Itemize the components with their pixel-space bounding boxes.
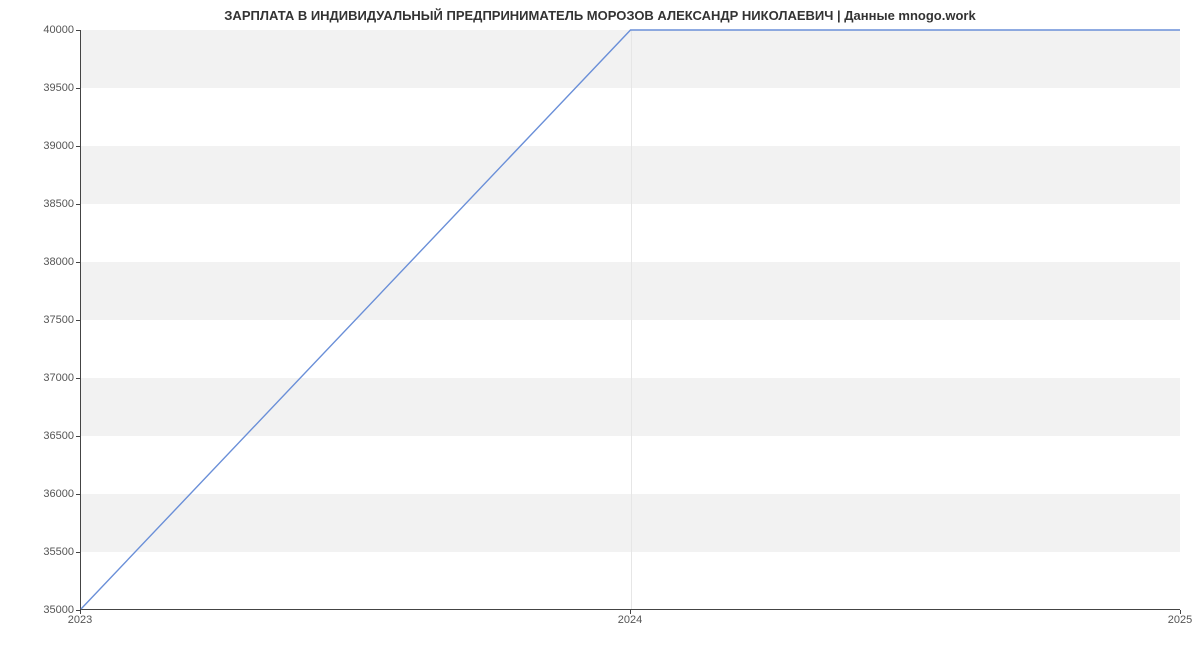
y-tick-label: 36000 — [14, 488, 74, 500]
y-tick-mark — [76, 378, 80, 379]
chart-title: ЗАРПЛАТА В ИНДИВИДУАЛЬНЫЙ ПРЕДПРИНИМАТЕЛ… — [0, 8, 1200, 23]
x-tick-label: 2025 — [1168, 614, 1192, 626]
x-tick-label: 2024 — [618, 614, 642, 626]
y-tick-label: 38500 — [14, 198, 74, 210]
y-tick-mark — [76, 552, 80, 553]
y-tick-mark — [76, 320, 80, 321]
y-tick-mark — [76, 146, 80, 147]
y-tick-mark — [76, 30, 80, 31]
y-tick-mark — [76, 436, 80, 437]
y-tick-label: 37500 — [14, 314, 74, 326]
y-tick-mark — [76, 88, 80, 89]
x-tick-mark — [80, 610, 81, 614]
y-tick-label: 40000 — [14, 24, 74, 36]
x-tick-label: 2023 — [68, 614, 92, 626]
chart-container: ЗАРПЛАТА В ИНДИВИДУАЛЬНЫЙ ПРЕДПРИНИМАТЕЛ… — [0, 0, 1200, 650]
series-line — [81, 30, 1180, 609]
line-layer — [81, 30, 1180, 609]
plot-area — [80, 30, 1180, 610]
y-tick-label: 35500 — [14, 546, 74, 558]
y-tick-label: 39500 — [14, 82, 74, 94]
y-tick-label: 38000 — [14, 256, 74, 268]
y-tick-mark — [76, 262, 80, 263]
x-tick-mark — [1180, 610, 1181, 614]
y-tick-label: 36500 — [14, 430, 74, 442]
y-tick-label: 37000 — [14, 372, 74, 384]
x-tick-mark — [630, 610, 631, 614]
y-tick-mark — [76, 494, 80, 495]
y-tick-label: 35000 — [14, 604, 74, 616]
y-tick-label: 39000 — [14, 140, 74, 152]
y-tick-mark — [76, 204, 80, 205]
